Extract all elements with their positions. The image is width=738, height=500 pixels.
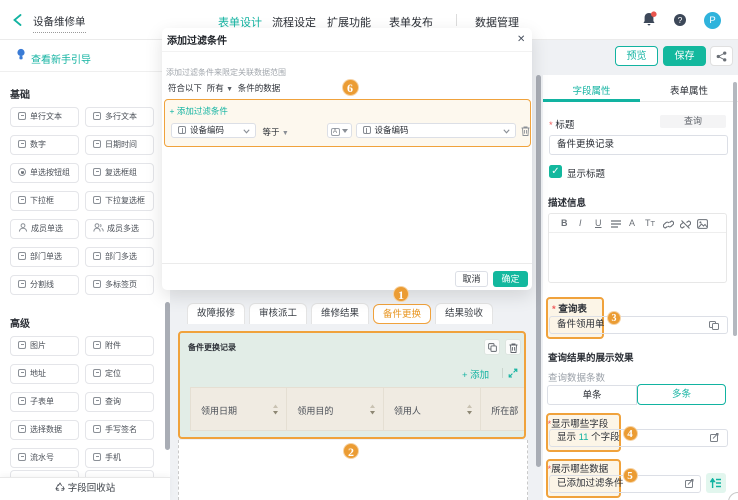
- svg-text:?: ?: [678, 15, 683, 25]
